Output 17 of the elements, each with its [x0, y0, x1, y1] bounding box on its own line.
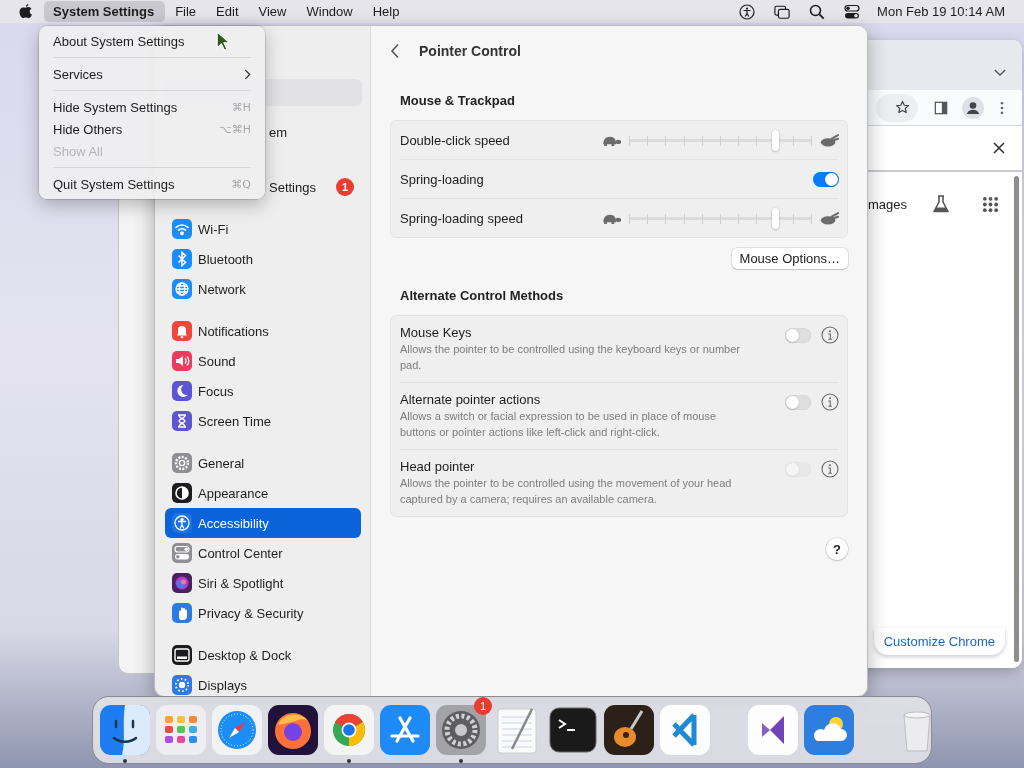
setting-description: Allows a switch or facial expression to be used in place of mouse buttons or pointer actions like left-click and right-click. — [400, 409, 718, 440]
setting-label: Mouse Keys — [400, 325, 473, 341]
setting-label: Double-click speed — [400, 132, 510, 148]
keyboard-shortcut: ⌥⌘H — [219, 122, 251, 136]
setting-label: Spring-loading speed — [400, 210, 523, 226]
keyboard-shortcut: ⌘H — [231, 100, 251, 114]
keyboard-shortcut: ⌘Q — [231, 177, 251, 191]
section-heading: Alternate Control Methods — [399, 287, 565, 305]
section-heading: Mouse & Trackpad — [399, 92, 516, 110]
setting-label: Head pointer — [400, 459, 476, 475]
setting-description: Allows the pointer to be controlled using the movement of your head captured by a camera; requires an available camera. — [400, 476, 733, 507]
notification-badge: 1 — [474, 697, 492, 715]
setting-label: Spring-loading — [400, 171, 484, 187]
setting-label: Alternate pointer actions — [400, 392, 542, 408]
page-title: Pointer Control — [419, 43, 521, 59]
setting-description: Allows the pointer to be controlled using the keyboard keys or number pad. — [400, 342, 740, 373]
notification-badge: 1 — [336, 178, 354, 196]
